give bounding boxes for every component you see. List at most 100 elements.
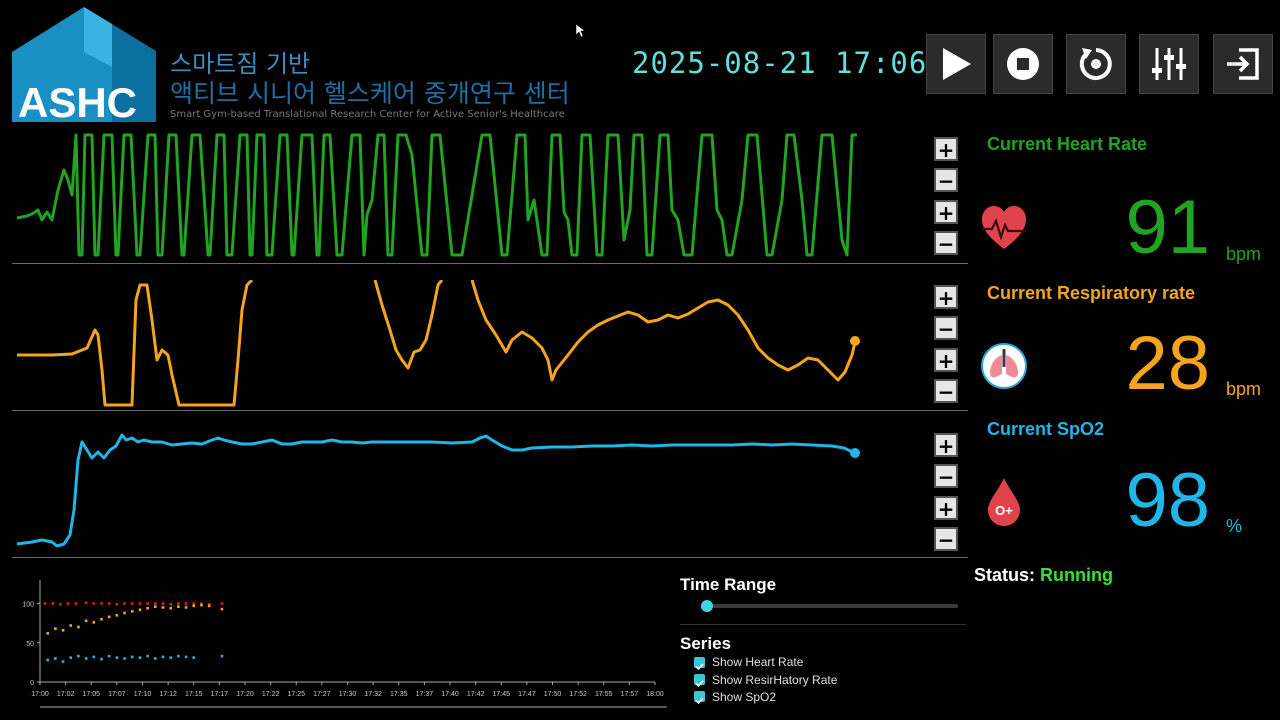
datetime-display: 2025-08-21 17:06 (632, 46, 928, 80)
heart-rate-waveform (16, 133, 857, 257)
data-point (177, 605, 180, 608)
show-respiratory-rate-label[interactable]: Show ResirHatory Rate (712, 673, 837, 687)
data-point (92, 655, 96, 659)
data-point (92, 602, 96, 605)
heart-monitor-icon (982, 206, 1026, 249)
history-scatter-chart[interactable]: 0 50 100 17:00 17:02 17:05 17:07 17:10 17:12 17:1… (10, 570, 670, 710)
data-point (69, 624, 73, 627)
spo2-unit: % (1226, 516, 1243, 536)
time-range-slider-thumb[interactable] (701, 600, 713, 612)
spo2-zoom-in-y-button[interactable]: + (934, 433, 958, 458)
data-point (84, 657, 88, 660)
x-tick-label: 17:00 (31, 691, 49, 698)
x-tick-label: 17:17 (211, 691, 229, 698)
heart-zoom-in-x-button[interactable]: + (934, 200, 958, 225)
heart-rate-value: 91 (1125, 185, 1210, 270)
x-tick-label: 17:05 (82, 691, 100, 698)
data-point (84, 619, 88, 623)
reset-icon (1079, 48, 1112, 80)
svg-text:O+: O+ (995, 503, 1013, 518)
blood-drop-icon: O+ (988, 478, 1020, 526)
heart-zoom-out-y-button[interactable]: − (934, 168, 958, 193)
x-tick-label: 17:25 (287, 691, 305, 698)
data-point (100, 602, 103, 605)
data-point (69, 656, 73, 659)
data-point (138, 608, 142, 612)
chart-divider (12, 263, 968, 264)
respiratory-rate-unit: bpm (1226, 379, 1262, 399)
data-point (74, 602, 78, 605)
center-title-line2: 액티브 시니어 헬스케어 중개연구 센터 (170, 79, 570, 108)
sliders-icon (1152, 48, 1186, 80)
show-spo2-label[interactable]: Show SpO2 (712, 690, 776, 704)
ashc-logo: ASHC (12, 7, 156, 122)
x-tick-label: 17:47 (518, 691, 536, 698)
data-point (61, 628, 65, 632)
heart-zoom-out-x-button[interactable]: − (934, 231, 958, 256)
data-point (177, 602, 180, 605)
data-point (107, 654, 111, 658)
respiratory-rate-value: 28 (1125, 321, 1210, 406)
data-point (146, 654, 149, 658)
y-tick-label: 0 (30, 680, 34, 687)
show-heart-rate-label[interactable]: Show Heart Rate (712, 655, 803, 669)
settings-button[interactable] (1139, 34, 1199, 94)
section-divider (680, 624, 966, 625)
y-tick-label: 100 (22, 602, 34, 609)
x-tick-label: 17:40 (441, 691, 459, 698)
x-tick-label: 17:20 (236, 691, 254, 698)
play-icon (943, 48, 971, 80)
spo2-zoom-in-x-button[interactable]: + (934, 496, 958, 521)
logo-text: ASHC (18, 79, 137, 122)
data-point (138, 656, 142, 659)
x-tick-label: 17:10 (134, 691, 152, 698)
data-point (154, 605, 157, 608)
data-point (154, 602, 157, 605)
mouse-cursor-icon (576, 24, 586, 38)
data-point (54, 627, 57, 630)
data-point (59, 603, 62, 606)
x-tick-label: 17:12 (159, 691, 177, 698)
data-point (51, 602, 55, 605)
data-point (192, 602, 196, 605)
x-tick-label: 17:57 (621, 691, 639, 698)
exit-button[interactable] (1213, 34, 1273, 94)
spo2-zoom-out-x-button[interactable]: − (934, 527, 958, 552)
data-point (123, 611, 126, 615)
time-range-heading: Time Range (680, 575, 777, 594)
show-spo2-checkbox[interactable] (694, 691, 705, 705)
x-tick-label: 17:35 (390, 691, 408, 698)
x-tick-label: 17:22 (262, 691, 280, 698)
data-point (66, 602, 70, 605)
data-point (184, 602, 188, 605)
show-respiratory-rate-checkbox[interactable] (694, 674, 705, 688)
data-point (123, 657, 126, 660)
data-point (192, 656, 196, 659)
show-heart-rate-checkbox[interactable] (694, 657, 705, 671)
data-point (161, 655, 165, 659)
x-tick-label: 17:32 (364, 691, 382, 698)
play-button[interactable] (926, 34, 986, 94)
stop-button[interactable] (993, 34, 1053, 94)
heart-rate-unit: bpm (1226, 244, 1262, 264)
resp-zoom-in-y-button[interactable]: + (934, 285, 958, 310)
data-point (43, 602, 47, 605)
data-point (207, 604, 211, 608)
data-point (123, 602, 126, 605)
data-point (61, 660, 65, 663)
data-point (169, 603, 172, 606)
resp-zoom-out-x-button[interactable]: − (934, 379, 958, 404)
resp-zoom-in-x-button[interactable]: + (934, 348, 958, 373)
resp-zoom-out-y-button[interactable]: − (934, 316, 958, 341)
spo2-zoom-out-y-button[interactable]: − (934, 464, 958, 489)
stop-icon (1007, 48, 1039, 80)
chart-divider (12, 410, 968, 411)
heart-zoom-in-y-button[interactable]: + (934, 137, 958, 162)
spo2-waveform (16, 433, 860, 548)
x-tick-label: 17:42 (467, 691, 485, 698)
data-point (84, 601, 88, 605)
reset-button[interactable] (1066, 34, 1126, 94)
data-point (220, 607, 224, 611)
data-point (46, 632, 49, 635)
time-range-slider-track[interactable] (702, 604, 958, 608)
